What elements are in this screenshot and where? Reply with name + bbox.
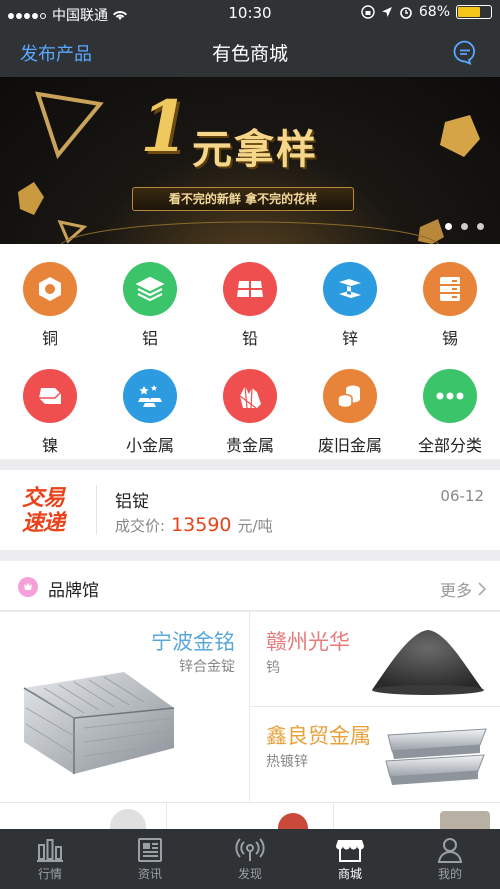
tab-store[interactable]: 商城 (300, 829, 400, 889)
tungsten-powder-image (372, 630, 484, 695)
lock-rotation-icon (361, 5, 375, 19)
brand-hall-icon (18, 577, 38, 597)
alarm-icon (400, 7, 412, 19)
category-minor-metals[interactable]: 小金属 (100, 369, 200, 456)
crystal-icon (223, 369, 277, 423)
cabinet-icon (423, 262, 477, 316)
category-all[interactable]: 全部分类 (400, 369, 500, 456)
brand-item-ganzhou[interactable]: 赣州光华 钨 (250, 612, 500, 706)
trade-express-card[interactable]: 交易 速递 铝锭 06-12 成交价: 13590 元/吨 (0, 470, 500, 550)
category-scrap-metals[interactable]: 废旧金属 (300, 369, 400, 456)
price-unit: 元/吨 (237, 517, 273, 535)
brand-name: 赣州光华 (266, 630, 350, 654)
category-precious-metals[interactable]: 贵金属 (200, 369, 300, 456)
page-title: 有色商城 (211, 43, 288, 65)
galvanizing-ingot-image (385, 728, 487, 785)
beam-icon (323, 262, 377, 316)
coins-icon (323, 369, 377, 423)
zinc-ingot-image (23, 672, 175, 774)
brand-hall-header: 品牌馆 更多 (0, 561, 500, 611)
stack-icon (123, 262, 177, 316)
promo-banner[interactable]: 1 元拿样 看不完的新鲜 拿不完的花样 (0, 77, 500, 244)
news-icon (138, 838, 162, 862)
brand-desc: 锌合金锭 (179, 659, 235, 675)
hex-nut-icon (23, 262, 77, 316)
ingot-grid-icon (223, 262, 277, 316)
chat-icon[interactable] (452, 39, 478, 65)
tab-discover[interactable]: 发现 (200, 829, 300, 889)
brand-next-row (0, 803, 500, 830)
banner-pager (445, 223, 484, 230)
price-value: 13590 (171, 514, 232, 536)
gold-bars-icon (123, 369, 177, 423)
category-grid: 铜 铝 铅 锌 锡 镍 小金属 贵金属 废旧金属 全部分类 (0, 244, 500, 459)
bar-icon (23, 369, 77, 423)
trade-date: 06-12 (440, 487, 484, 505)
brand-name: 宁波金铭 (151, 630, 235, 654)
more-dots-icon (423, 369, 477, 423)
more-link[interactable]: 更多 (440, 577, 486, 601)
trade-express-logo: 交易 速递 (22, 486, 65, 536)
price-label: 成交价: (115, 517, 166, 535)
trade-price-row: 成交价: 13590 元/吨 (115, 514, 273, 536)
banner-headline: 元拿样 (192, 127, 318, 173)
brand-desc: 热镀锌 (266, 754, 308, 770)
banner-subline: 看不完的新鲜 拿不完的花样 (132, 187, 354, 211)
banner-one: 1 (140, 85, 189, 168)
nav-bar: 发布产品 有色商城 (0, 27, 500, 77)
broadcast-icon (235, 838, 265, 861)
status-bar: 中国联通 10:30 68% (0, 0, 500, 27)
brand-name: 鑫良贸金属 (266, 724, 371, 748)
location-icon (381, 7, 392, 17)
brand-item-xinliangmao[interactable]: 鑫良贸金属 热镀锌 (250, 707, 500, 802)
category-tin[interactable]: 锡 (400, 262, 500, 349)
chevron-right-icon (478, 582, 486, 596)
battery-icon (456, 5, 492, 19)
bar-chart-icon (37, 839, 63, 862)
tab-market[interactable]: 行情 (0, 829, 100, 889)
battery-percent: 68% (418, 4, 450, 20)
category-lead[interactable]: 铅 (200, 262, 300, 349)
user-icon (437, 838, 463, 863)
category-aluminum[interactable]: 铝 (100, 262, 200, 349)
category-copper[interactable]: 铜 (0, 262, 100, 349)
tab-mine[interactable]: 我的 (400, 829, 500, 889)
category-nickel[interactable]: 镍 (0, 369, 100, 456)
store-icon (336, 840, 364, 862)
trade-product: 铝锭 (115, 492, 149, 512)
divider (96, 485, 97, 535)
tab-news[interactable]: 资讯 (100, 829, 200, 889)
brand-item-ningbo[interactable]: 宁波金铭 锌合金锭 (0, 612, 249, 802)
tab-bar: 行情 资讯 发现 商城 我的 (0, 829, 500, 889)
category-zinc[interactable]: 锌 (300, 262, 400, 349)
brand-desc: 钨 (266, 660, 280, 676)
brand-hall-title: 品牌馆 (48, 581, 99, 601)
brand-grid: 宁波金铭 锌合金锭 赣州光华 钨 鑫良贸金属 热镀锌 (0, 612, 500, 830)
